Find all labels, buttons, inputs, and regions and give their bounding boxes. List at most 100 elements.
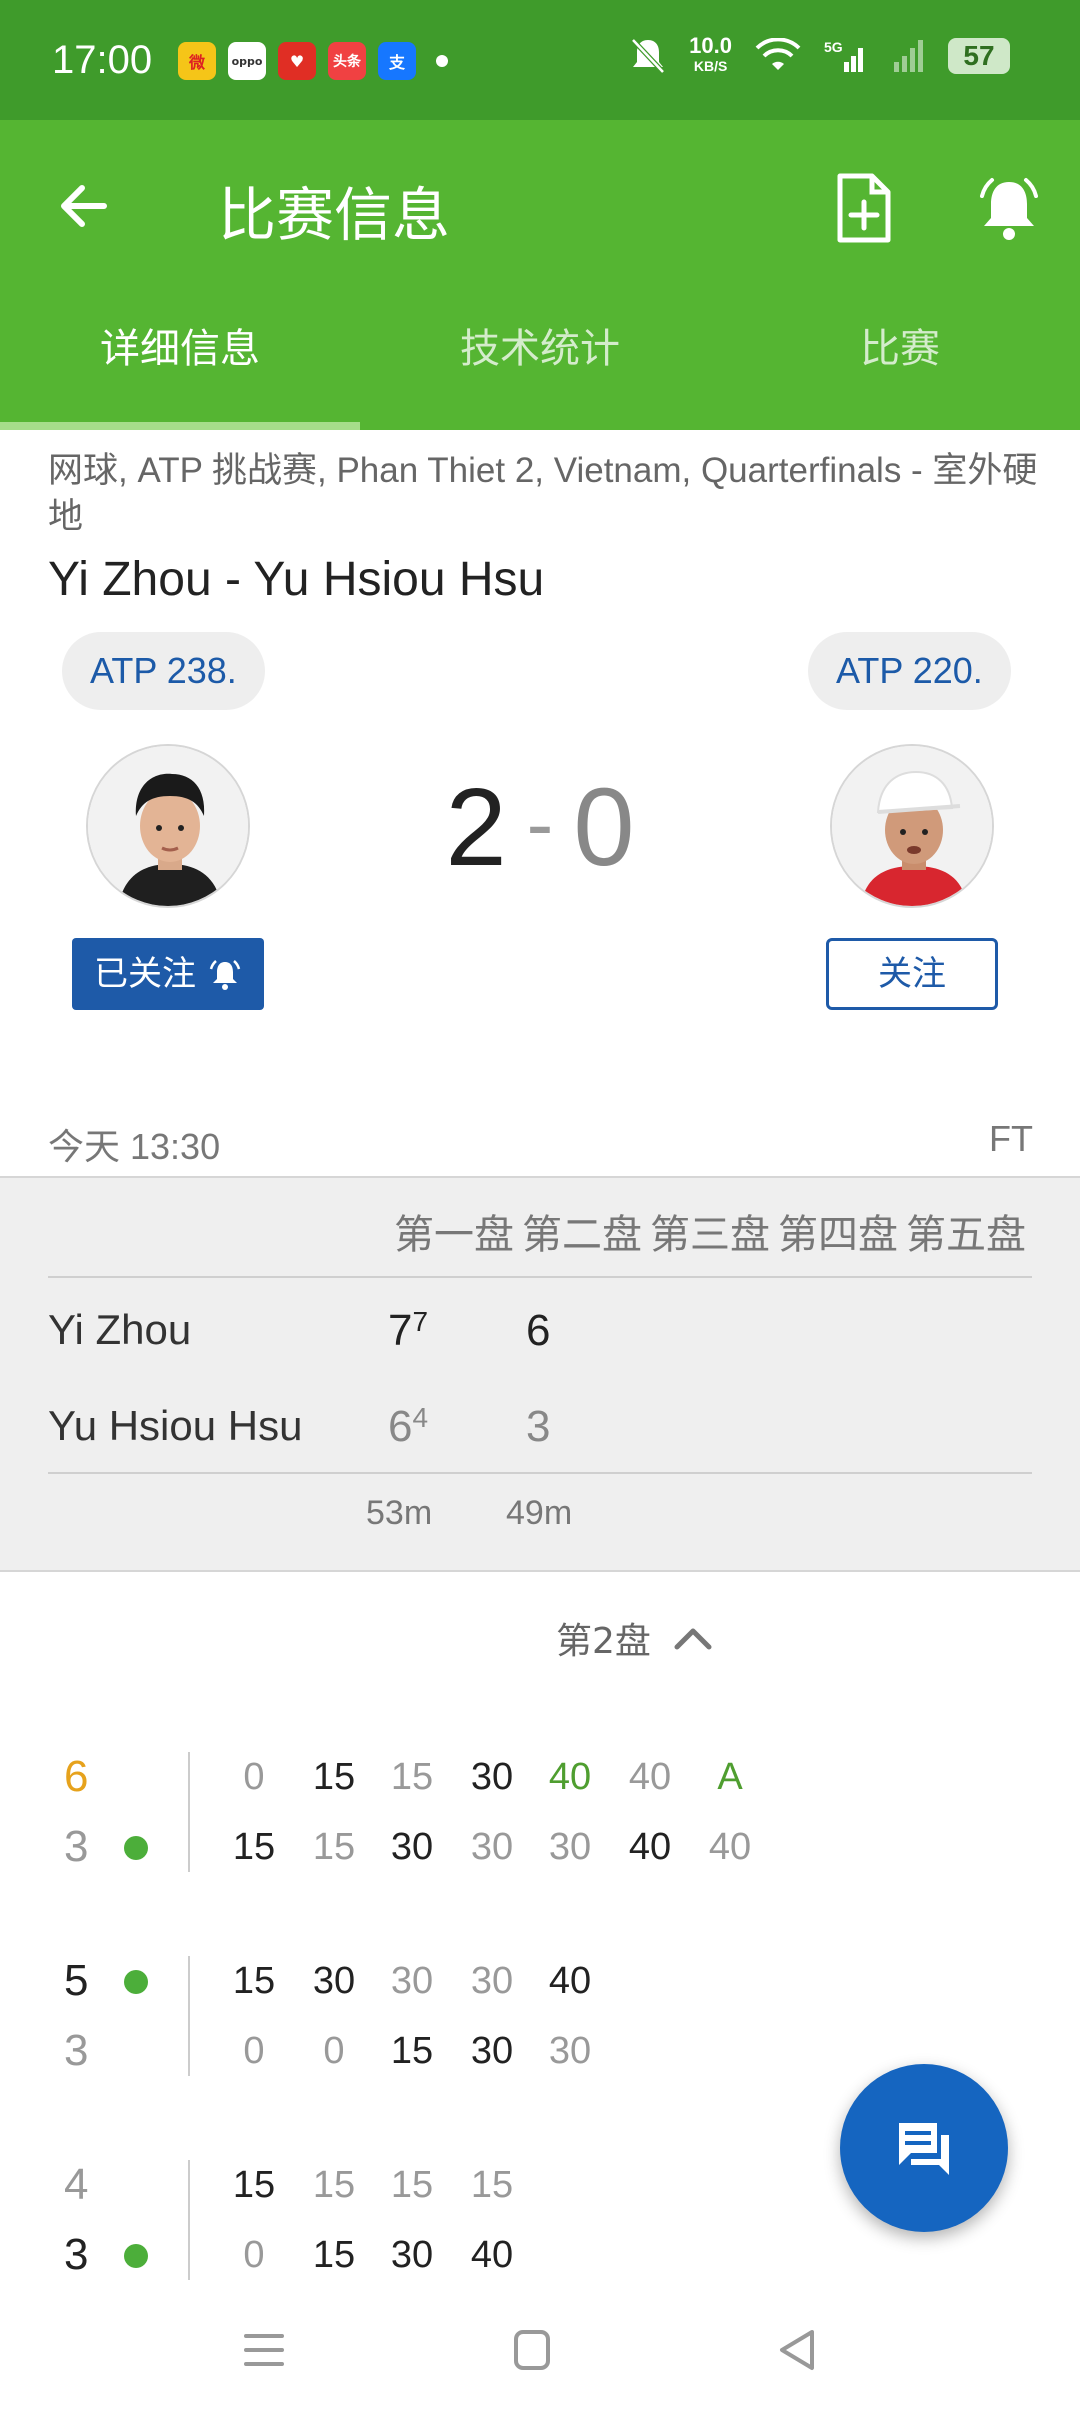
bell-icon[interactable]	[974, 172, 1044, 244]
point-score: 30	[470, 1756, 514, 1798]
svg-text:5G: 5G	[824, 39, 843, 55]
home-sets-won: 2	[445, 766, 507, 889]
point-score: 30	[470, 1960, 514, 2002]
system-nav-bar	[0, 2290, 1080, 2414]
point-score: 15	[470, 2164, 514, 2206]
game-divider	[188, 1752, 190, 1872]
game-block: 6 3 0 15 15 30 40 40 A 15 15 30 30 30 40…	[0, 1752, 1080, 1892]
away-player-name: Yu Hsiou Hsu	[48, 1402, 303, 1449]
game-away-score: 3	[64, 2026, 89, 2075]
point-score: 40	[628, 1756, 672, 1798]
chevron-up-icon	[674, 1628, 712, 1650]
score-separator: -	[526, 779, 554, 868]
home-rank-chip[interactable]: ATP 238.	[62, 632, 265, 710]
home-follow-label: 已关注	[94, 954, 196, 994]
set1-duration: 53m	[366, 1494, 433, 1532]
point-score: A	[717, 1756, 743, 1798]
home-follow-button[interactable]: 已关注	[72, 938, 264, 1010]
tab-statistics[interactable]: 技术统计	[360, 310, 720, 430]
back-triangle-icon[interactable]	[768, 2320, 828, 2380]
page-title: 比赛信息	[218, 181, 451, 249]
point-score: 30	[548, 1826, 592, 1868]
away-sets-won: 0	[573, 766, 635, 889]
serve-indicator	[124, 1836, 148, 1860]
point-score: 15	[232, 1960, 276, 2002]
serve-indicator	[124, 2244, 148, 2268]
point-score: 15	[312, 2234, 356, 2276]
away-set1-score: 64	[388, 1402, 429, 1451]
point-score: 0	[243, 1756, 265, 1798]
home-square-icon[interactable]	[502, 2320, 562, 2380]
point-score: 30	[548, 2030, 592, 2072]
set-header-2: 第二盘	[522, 1212, 642, 1258]
game-home-score: 4	[64, 2160, 89, 2209]
game-divider	[188, 2160, 190, 2280]
point-score: 30	[390, 1960, 434, 2002]
match-title: Yi Zhou - Yu Hsiou Hsu	[48, 553, 545, 606]
point-score: 40	[548, 1756, 592, 1798]
point-score: 30	[312, 1960, 356, 2002]
weibo-app-icon: 微	[178, 42, 216, 80]
home-set1-tiebreak: 7	[412, 1306, 429, 1337]
away-rank-chip[interactable]: ATP 220.	[808, 632, 1011, 710]
table-divider	[48, 1276, 1032, 1278]
match-date: 今天 13:30	[48, 1126, 221, 1167]
serve-indicator	[124, 1970, 148, 1994]
set-selector-label: 第2盘	[556, 1621, 651, 1662]
match-date-row: 今天 13:30 FT	[48, 1118, 1033, 1170]
point-score: 30	[390, 1826, 434, 1868]
point-score: 40	[628, 1826, 672, 1868]
signal-5g-icon: 5G	[824, 39, 863, 72]
set-header-5: 第五盘	[906, 1212, 1026, 1258]
status-time: 17:00	[52, 38, 153, 82]
point-score: 15	[232, 1826, 276, 1868]
point-score: 15	[312, 1826, 356, 1868]
point-score: 15	[390, 2164, 434, 2206]
game-away-score: 3	[64, 1822, 89, 1871]
set-headers: 第一盘 第二盘 第三盘 第四盘 第五盘	[394, 1202, 1026, 1260]
pinduoduo-app-icon: ♥	[278, 42, 316, 80]
set-selector[interactable]: 第2盘	[556, 1612, 713, 1664]
game-home-score: 6	[64, 1752, 89, 1801]
mute-icon	[631, 38, 665, 74]
tab-bar: 详细信息 技术统计 比赛	[0, 310, 1080, 430]
more-notifications-dot	[436, 55, 448, 67]
away-player-avatar[interactable]	[830, 744, 994, 908]
match-status: FT	[989, 1118, 1033, 1159]
back-arrow-icon[interactable]	[54, 176, 114, 236]
tab-match[interactable]: 比赛	[720, 310, 1080, 430]
away-score-row: Yu Hsiou Hsu 64 3	[48, 1386, 1032, 1466]
point-score: 0	[323, 2030, 345, 2072]
oppo-app-icon: oppo	[228, 42, 266, 80]
point-score: 0	[243, 2030, 265, 2072]
tab-details[interactable]: 详细信息	[0, 310, 360, 430]
home-score-row: Yi Zhou 77 6	[48, 1290, 1032, 1370]
game-away-score: 3	[64, 2230, 89, 2279]
home-set1-score: 77	[388, 1306, 429, 1355]
point-score: 40	[548, 1960, 592, 2002]
away-set2-score: 3	[526, 1402, 551, 1451]
point-score: 15	[232, 2164, 276, 2206]
point-score: 0	[243, 2234, 265, 2276]
point-score: 30	[470, 1826, 514, 1868]
bell-ring-icon	[209, 960, 241, 990]
away-follow-button[interactable]: 关注	[826, 938, 998, 1010]
point-score: 15	[312, 2164, 356, 2206]
alipay-app-icon: 支	[378, 42, 416, 80]
wifi-icon	[755, 38, 801, 70]
match-breadcrumb: 网球, ATP 挑战赛, Phan Thiet 2, Vietnam, Quar…	[48, 451, 1038, 536]
point-score: 15	[312, 1756, 356, 1798]
table-divider	[48, 1472, 1032, 1474]
toutiao-app-icon: 头条	[328, 42, 366, 80]
menu-icon[interactable]	[234, 2320, 294, 2380]
point-score: 15	[390, 1756, 434, 1798]
notification-icons: 微 oppo ♥ 头条 支	[178, 42, 448, 80]
point-score: 30	[470, 2030, 514, 2072]
point-score: 15	[390, 2030, 434, 2072]
game-home-score: 5	[64, 1956, 89, 2005]
add-document-icon[interactable]	[832, 172, 896, 244]
signal-empty-icon	[894, 40, 923, 72]
set2-duration: 49m	[506, 1494, 573, 1532]
app-bar: 比赛信息 详细信息 技术统计 比赛	[0, 120, 1080, 430]
chat-fab-button[interactable]	[840, 2064, 1008, 2232]
